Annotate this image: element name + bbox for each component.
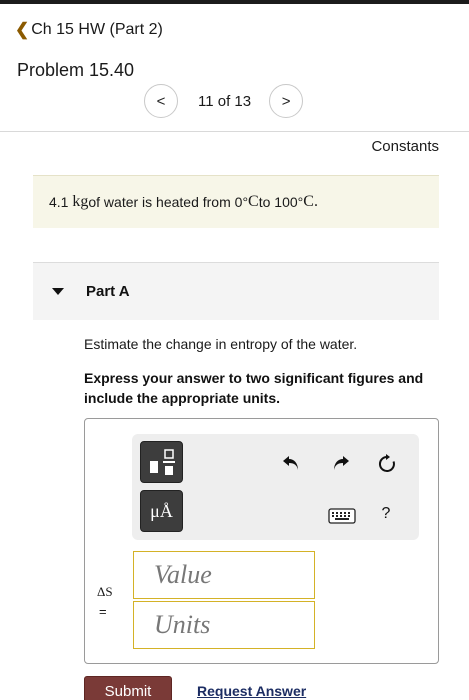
units-input[interactable]: Units: [133, 601, 315, 649]
chevron-left-icon: <: [156, 92, 166, 110]
question-text: Estimate the change in entropy of the wa…: [84, 336, 358, 352]
caret-down-icon: [52, 288, 64, 295]
part-a-header[interactable]: Part A: [33, 262, 439, 320]
chevron-left-icon: ❮: [15, 20, 30, 39]
delta-s-label: ΔS: [97, 584, 113, 599]
back-to-assignment-link[interactable]: ❮ Ch 15 HW (Part 2): [15, 20, 163, 40]
header-divider: [0, 131, 469, 132]
request-answer-link[interactable]: Request Answer: [197, 683, 306, 699]
statement-period: .: [313, 193, 318, 210]
submit-button[interactable]: Submit: [84, 676, 172, 700]
keyboard-icon[interactable]: [328, 508, 356, 524]
answer-box: μÅ ? ΔS = Value Units: [84, 418, 439, 664]
next-problem-button[interactable]: >: [269, 84, 304, 118]
value-input[interactable]: Value: [133, 551, 315, 599]
equals-sign: =: [99, 604, 107, 619]
celsius-unit: C: [303, 193, 314, 210]
top-bar: [0, 0, 469, 4]
problem-title: Problem 15.40: [17, 60, 135, 80]
help-icon[interactable]: ?: [378, 504, 394, 524]
problem-statement: 4.1 kg of water is heated from 0 ° C to 10…: [33, 175, 439, 228]
redo-icon[interactable]: [330, 452, 352, 474]
statement-text-2: to 100: [258, 194, 298, 210]
statement-text-1: of water is heated from 0: [88, 194, 243, 210]
problem-pager: < 11 of 13 >: [144, 84, 304, 118]
constants-link[interactable]: Constants: [371, 138, 439, 155]
celsius-unit: C: [248, 193, 259, 210]
chevron-right-icon: >: [281, 92, 291, 110]
reset-icon[interactable]: [376, 452, 398, 474]
part-a-label: Part A: [86, 283, 130, 300]
back-link-label: Ch 15 HW (Part 2): [31, 21, 163, 38]
pager-count: 11 of 13: [198, 92, 252, 110]
previous-problem-button[interactable]: <: [144, 84, 178, 118]
mass-unit: kg: [72, 193, 89, 210]
units-button[interactable]: μÅ: [140, 490, 183, 532]
answer-instructions: Express your answer to two significant f…: [84, 370, 424, 406]
undo-icon[interactable]: [280, 452, 302, 474]
mass-value: 4.1: [49, 194, 69, 210]
templates-icon: [150, 449, 175, 475]
units-button-label: μÅ: [150, 500, 173, 521]
templates-button[interactable]: [140, 441, 183, 483]
math-toolbar: μÅ ?: [132, 434, 419, 540]
